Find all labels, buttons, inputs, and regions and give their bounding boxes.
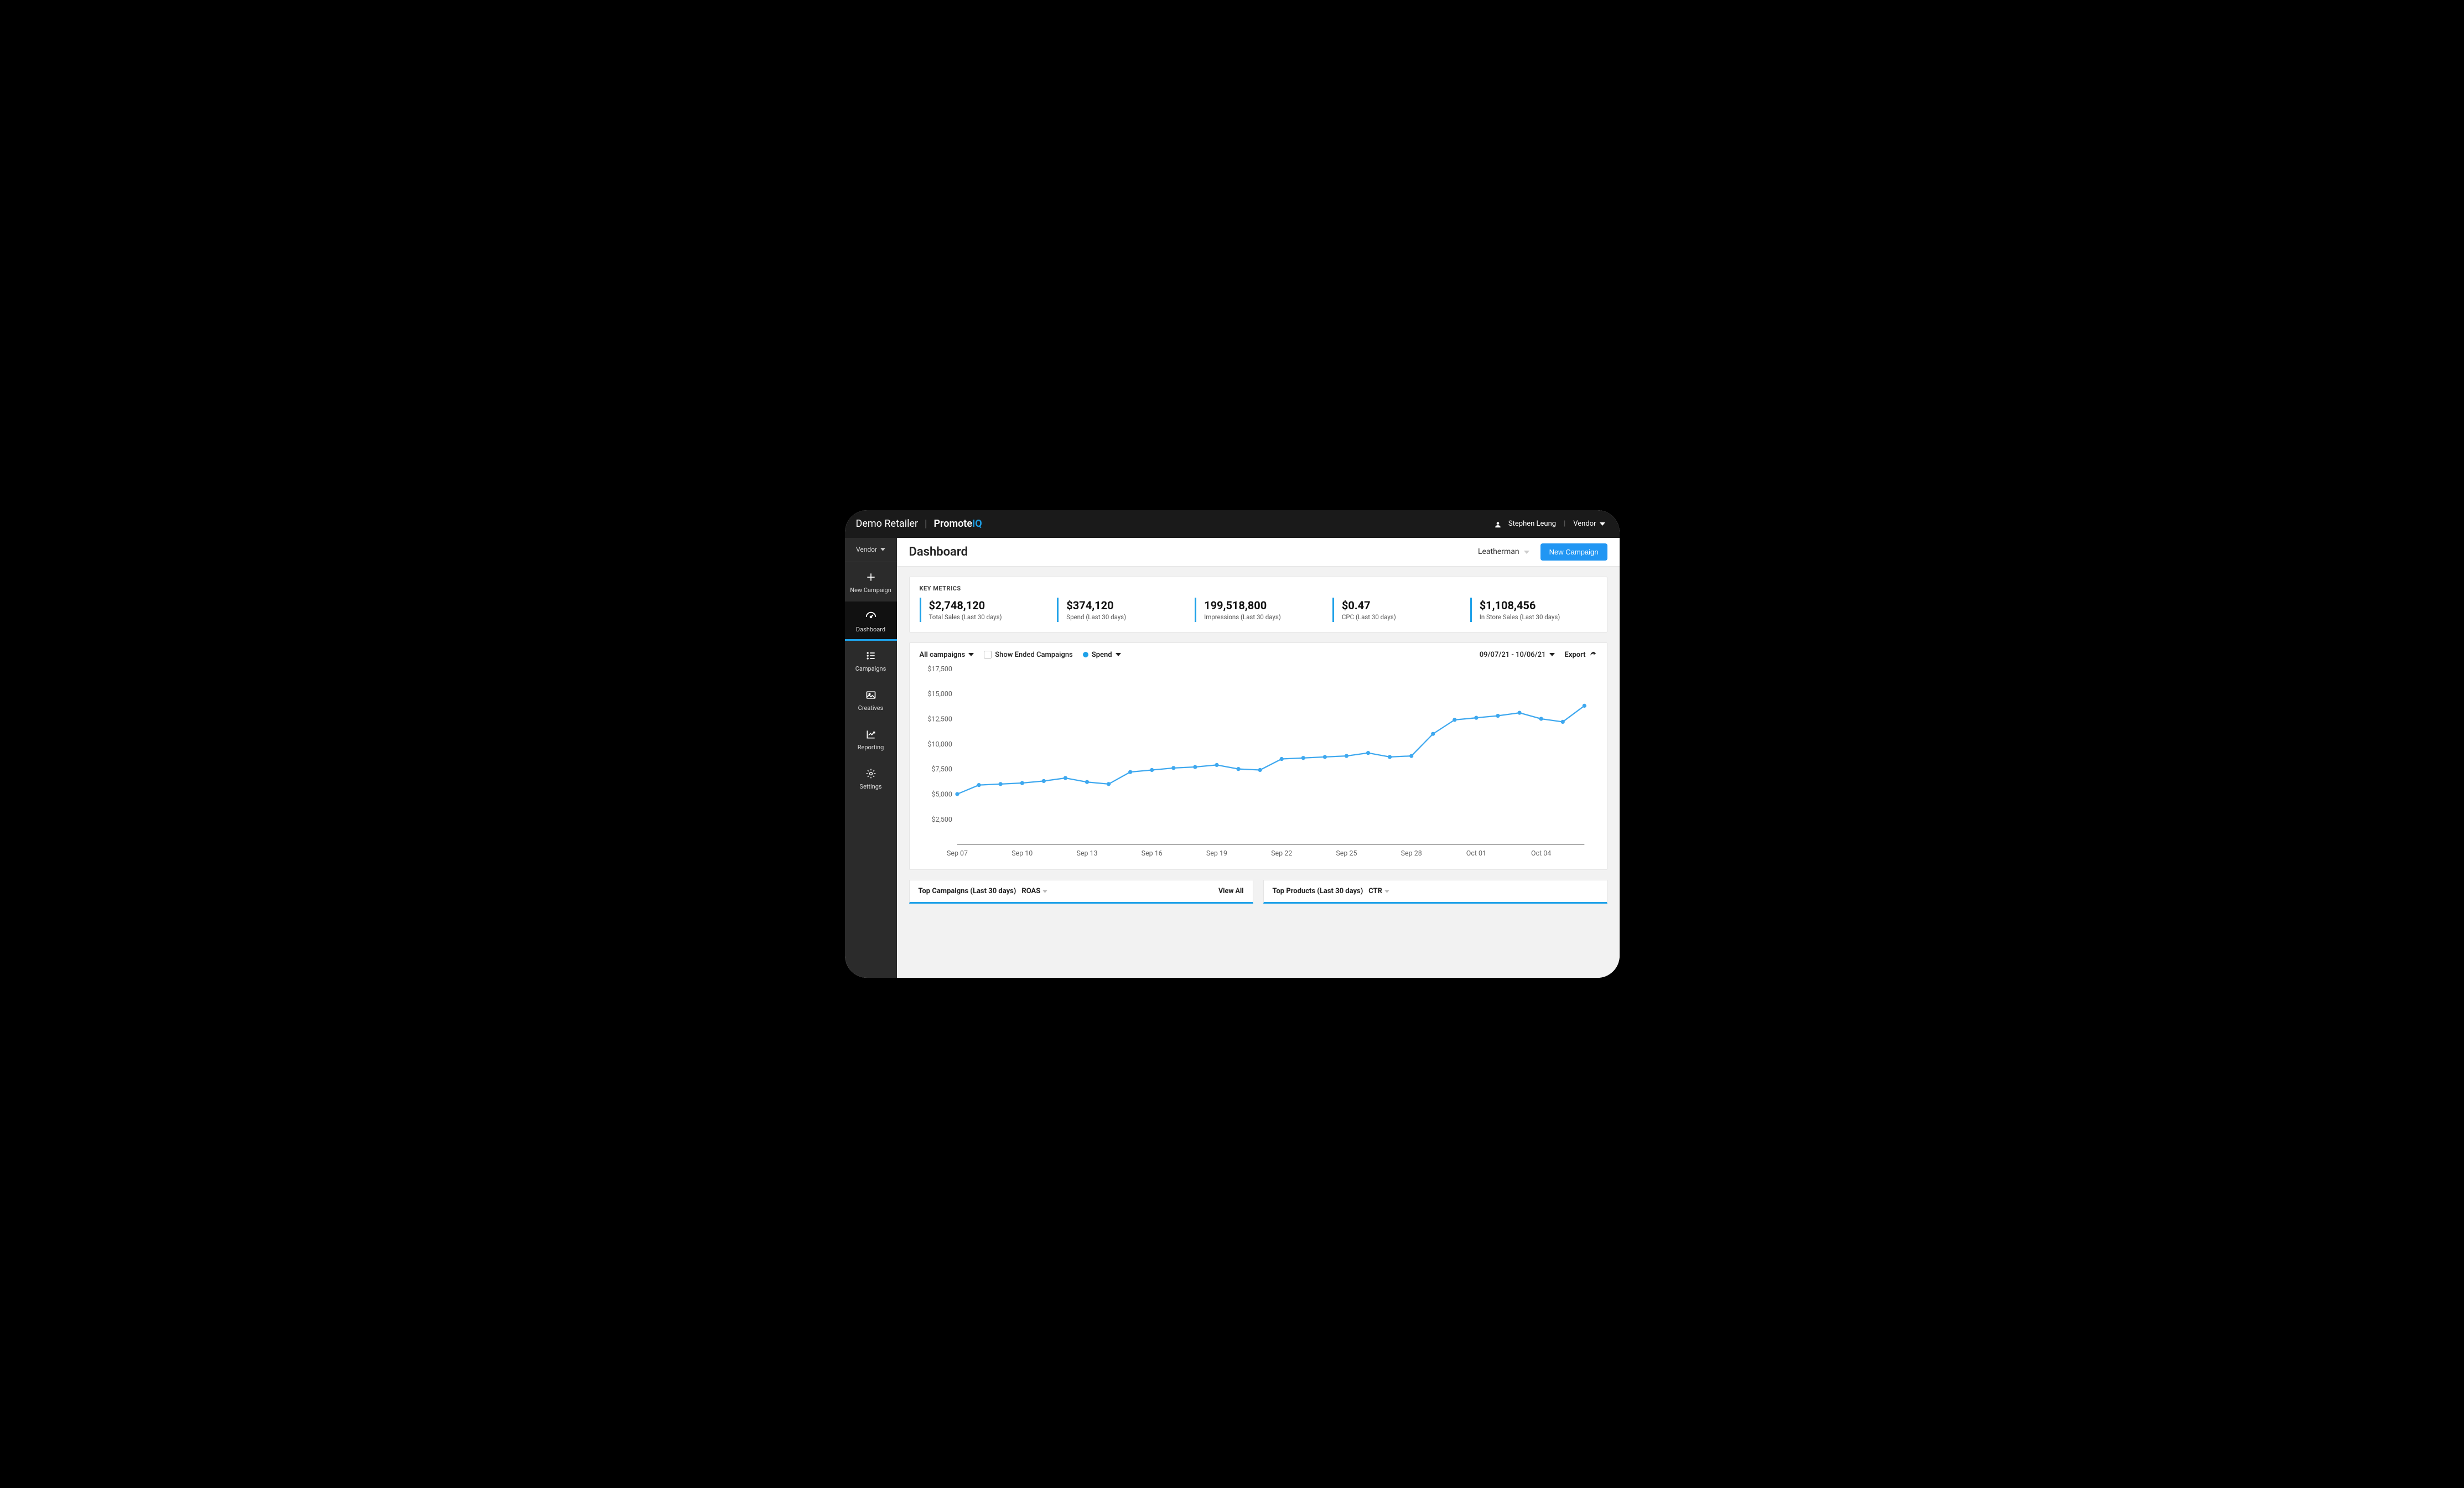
checkbox-icon [984, 651, 992, 659]
metric-value: $374,120 [1066, 599, 1176, 612]
plus-icon [865, 571, 877, 583]
top-campaigns-metric-select[interactable]: ROAS [1021, 887, 1047, 895]
metric-4: $1,108,456In Store Sales (Last 30 days) [1470, 598, 1597, 622]
metric-label: CPC (Last 30 days) [1342, 613, 1451, 621]
sidebar-item-dashboard[interactable]: Dashboard [845, 602, 897, 641]
svg-text:$17,500: $17,500 [927, 665, 952, 673]
chart-icon [865, 728, 877, 740]
chevron-down-icon [1116, 653, 1121, 656]
metric-label: Spend (Last 30 days) [1066, 613, 1176, 621]
spend-chart: $2,500 $5,000 $7,500 $10,000 $12,500 $15,000 $… [920, 662, 1597, 863]
product-name: PromoteIQ [934, 518, 982, 530]
chevron-down-icon [1384, 890, 1389, 893]
svg-text:Sep 07: Sep 07 [946, 849, 967, 858]
svg-text:$7,500: $7,500 [931, 765, 952, 774]
sidebar-item-label: New Campaign [850, 587, 891, 594]
main-content: Dashboard Leatherman New Campaign KEY ME… [897, 538, 1620, 978]
user-area: Stephen Leung | Vendor [1494, 520, 1605, 528]
sidebar-item-label: Campaigns [855, 665, 886, 672]
user-icon [1494, 521, 1501, 527]
gear-icon [865, 768, 877, 780]
svg-text:Sep 19: Sep 19 [1206, 849, 1227, 858]
list-icon [865, 650, 877, 662]
key-metrics-card: KEY METRICS $2,748,120Total Sales (Last … [909, 577, 1607, 632]
new-campaign-button[interactable]: New Campaign [1540, 543, 1607, 561]
sidebar-item-reporting[interactable]: Reporting [845, 719, 897, 759]
chart-controls: All campaigns Show Ended Campaigns Spend [920, 651, 1597, 659]
svg-text:Sep 28: Sep 28 [1400, 849, 1422, 858]
chevron-down-icon [1042, 890, 1047, 893]
brand-select[interactable]: Leatherman [1478, 547, 1529, 556]
show-ended-toggle[interactable]: Show Ended Campaigns [984, 651, 1073, 659]
svg-text:$5,000: $5,000 [931, 790, 952, 799]
chevron-down-icon [1524, 547, 1529, 556]
metric-0: $2,748,120Total Sales (Last 30 days) [920, 598, 1046, 622]
svg-text:$2,500: $2,500 [931, 816, 952, 824]
role-picker[interactable]: Vendor [1573, 520, 1605, 528]
top-bar: Demo Retailer | PromoteIQ Stephen Leung … [845, 510, 1620, 538]
export-button[interactable]: Export [1565, 651, 1597, 659]
topbar-separator: | [1564, 520, 1565, 528]
metric-label: Impressions (Last 30 days) [1204, 613, 1314, 621]
chevron-down-icon [1600, 522, 1605, 526]
metric-label: In Store Sales (Last 30 days) [1480, 613, 1589, 621]
top-campaigns-title: Top Campaigns (Last 30 days) [919, 887, 1016, 895]
key-metrics-title: KEY METRICS [920, 585, 1597, 592]
top-products-metric-select[interactable]: CTR [1368, 887, 1389, 895]
retailer-name: Demo Retailer [856, 518, 919, 530]
chevron-down-icon [1549, 653, 1555, 656]
chart-card: All campaigns Show Ended Campaigns Spend [909, 642, 1607, 870]
brand: Demo Retailer | PromoteIQ [856, 518, 982, 530]
svg-text:Sep 16: Sep 16 [1141, 849, 1162, 858]
bottom-row: Top Campaigns (Last 30 days) ROAS View A… [909, 880, 1607, 904]
date-range-picker[interactable]: 09/07/21 - 10/06/21 [1480, 651, 1555, 659]
view-all-link[interactable]: View All [1218, 887, 1244, 895]
svg-text:Sep 10: Sep 10 [1011, 849, 1033, 858]
sidebar-item-label: Reporting [858, 744, 884, 751]
top-campaigns-card: Top Campaigns (Last 30 days) ROAS View A… [909, 880, 1253, 904]
user-name[interactable]: Stephen Leung [1508, 520, 1556, 528]
chevron-down-icon [968, 653, 974, 656]
brand-separator: | [925, 518, 927, 530]
svg-text:Sep 25: Sep 25 [1336, 849, 1357, 858]
metric-value: 199,518,800 [1204, 599, 1314, 612]
top-products-card: Top Products (Last 30 days) CTR [1263, 880, 1607, 904]
sidebar-item-new-campaign[interactable]: New Campaign [845, 562, 897, 602]
chevron-down-icon [880, 548, 885, 551]
svg-text:Oct 04: Oct 04 [1531, 849, 1551, 858]
metric-3: $0.47CPC (Last 30 days) [1332, 598, 1459, 622]
chart-metric-select[interactable]: Spend [1083, 651, 1121, 659]
sidebar-item-campaigns[interactable]: Campaigns [845, 641, 897, 680]
sidebar: Vendor New Campaign Dashboard Campaigns Cre… [845, 538, 897, 978]
sidebar-item-label: Dashboard [856, 626, 885, 633]
svg-text:$15,000: $15,000 [927, 690, 952, 698]
page-header: Dashboard Leatherman New Campaign [897, 538, 1620, 567]
svg-text:$12,500: $12,500 [927, 715, 952, 723]
gauge-icon [865, 610, 877, 623]
metric-1: $374,120Spend (Last 30 days) [1057, 598, 1184, 622]
top-products-title: Top Products (Last 30 days) [1273, 887, 1363, 895]
image-icon [865, 689, 877, 701]
sidebar-item-creatives[interactable]: Creatives [845, 680, 897, 719]
metric-label: Total Sales (Last 30 days) [929, 613, 1039, 621]
svg-text:Oct 01: Oct 01 [1466, 849, 1486, 858]
sidebar-item-settings[interactable]: Settings [845, 759, 897, 798]
metric-value: $2,748,120 [929, 599, 1039, 612]
metric-value: $1,108,456 [1480, 599, 1589, 612]
svg-text:Sep 22: Sep 22 [1271, 849, 1292, 858]
sidebar-item-label: Creatives [858, 704, 884, 712]
page-title: Dashboard [909, 545, 1467, 559]
metric-value: $0.47 [1342, 599, 1451, 612]
share-icon [1589, 651, 1597, 659]
svg-text:$10,000: $10,000 [927, 740, 952, 749]
metric-2: 199,518,800Impressions (Last 30 days) [1195, 598, 1321, 622]
app-window: Demo Retailer | PromoteIQ Stephen Leung … [845, 510, 1620, 978]
svg-text:Sep 13: Sep 13 [1076, 849, 1097, 858]
sidebar-vendor-picker[interactable]: Vendor [845, 538, 897, 562]
campaign-filter[interactable]: All campaigns [920, 651, 974, 659]
sidebar-item-label: Settings [859, 783, 881, 790]
series-dot-icon [1083, 652, 1088, 657]
